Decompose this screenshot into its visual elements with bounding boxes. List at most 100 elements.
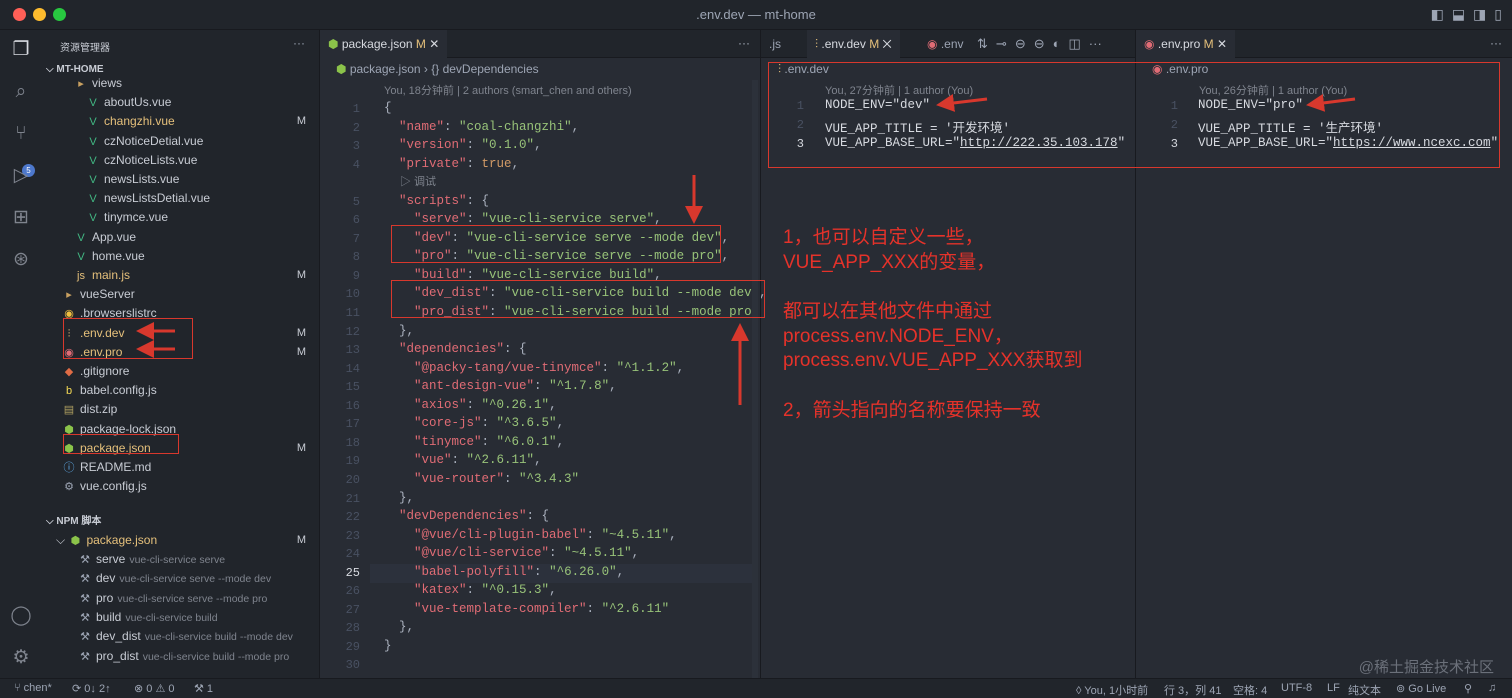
code-line[interactable]: },: [384, 620, 414, 634]
editor2-more-button[interactable]: ···: [1089, 36, 1102, 52]
explorer-icon[interactable]: ❐: [9, 38, 33, 62]
npm-package-json[interactable]: ⌵ ⬢ package.json M: [42, 531, 320, 550]
go-live-button[interactable]: ⊚ Go Live: [1396, 682, 1446, 695]
npm-script-item[interactable]: ⚒ serve vue-cli-service serve: [42, 550, 320, 569]
code-line[interactable]: {: [384, 101, 392, 115]
explorer-more-button[interactable]: ···: [293, 36, 305, 50]
breadcrumb-symbol[interactable]: {} devDependencies: [431, 62, 538, 76]
code-line[interactable]: "@packy-tang/vue-tinymce": "^1.1.2",: [384, 361, 684, 375]
file-tree-item[interactable]: Vchangzhi.vue M: [42, 112, 320, 131]
code-line[interactable]: "ant-design-vue": "^1.7.8",: [384, 379, 617, 393]
compare-changes-icon[interactable]: ⇅: [977, 36, 988, 52]
debug-codelens[interactable]: ▷ 调试: [400, 173, 436, 189]
code-line[interactable]: "version": "0.1.0",: [384, 138, 542, 152]
code-line[interactable]: "scripts": {: [384, 194, 489, 208]
git-commit-icon[interactable]: ⊸: [996, 36, 1007, 52]
file-tree-item[interactable]: js main.js M: [42, 266, 320, 285]
code-line[interactable]: "vue-router": "^3.4.3": [384, 472, 579, 486]
toggle-secondary-sidebar-icon[interactable]: ◨: [1473, 6, 1486, 23]
code-line[interactable]: "dependencies": {: [384, 342, 527, 356]
editor1-more-button[interactable]: ···: [738, 36, 750, 50]
code-line[interactable]: "@vue/cli-service": "~4.5.11",: [384, 546, 639, 560]
file-name: changzhi.vue: [104, 114, 175, 129]
language-mode[interactable]: 纯文本: [1348, 682, 1381, 698]
tab-package-json[interactable]: ⬢ package.json M ✕: [320, 30, 448, 58]
npm-script-item[interactable]: ⚒ dev vue-cli-service serve --mode dev: [42, 569, 320, 588]
source-control-icon[interactable]: ⑂: [9, 122, 33, 146]
file-tree-item[interactable]: Vhome.vue: [42, 247, 320, 266]
file-tree-item[interactable]: ▸ views: [42, 74, 320, 93]
feedback-icon[interactable]: ⚲: [1464, 682, 1472, 695]
npm-script-item[interactable]: ⚒ build vue-cli-service build: [42, 608, 320, 627]
git-graph-icon[interactable]: ⊛: [9, 248, 33, 272]
tab-env-dev[interactable]: ⫶ .env.dev M ✕: [807, 30, 900, 58]
code-line[interactable]: "core-js": "^3.6.5",: [384, 416, 564, 430]
npm-script-item[interactable]: ⚒ pro_dist vue-cli-service build --mode pr…: [42, 647, 320, 666]
ports-indicator[interactable]: ⚒ 1: [194, 682, 213, 695]
next-change-icon[interactable]: ⊖: [1034, 36, 1045, 52]
code-line[interactable]: "name": "coal-changzhi",: [384, 120, 579, 134]
file-tree-item[interactable]: ◆ .gitignore: [42, 362, 320, 381]
file-tree-item[interactable]: VnewsListsDetial.vue: [42, 189, 320, 208]
line-number: 17: [345, 417, 360, 432]
code-line[interactable]: "babel-polyfill": "^6.26.0",: [384, 565, 624, 579]
code-line[interactable]: "private": true,: [384, 157, 519, 171]
code-line[interactable]: "devDependencies": {: [384, 509, 549, 523]
code-line[interactable]: "katex": "^0.15.3",: [384, 583, 557, 597]
close-tab-icon[interactable]: ✕: [429, 37, 439, 51]
file-tree-item[interactable]: ⓘ README.md: [42, 458, 320, 477]
account-icon[interactable]: ◯: [9, 604, 33, 628]
sync-indicator[interactable]: ⟳ 0↓ 2↑: [72, 682, 111, 695]
settings-gear-icon[interactable]: ⚙: [9, 646, 33, 670]
file-tree-item[interactable]: V App.vue: [42, 228, 320, 247]
file-tree-item[interactable]: Vtinymce.vue: [42, 208, 320, 227]
run-debug-icon[interactable]: ▷: [9, 164, 33, 188]
npm-script-item[interactable]: ⚒ dev_dist vue-cli-service build --mode de…: [42, 627, 320, 646]
npm-script-item[interactable]: ⚒ pro vue-cli-service serve --mode pro: [42, 589, 320, 608]
toggle-sidebar-icon[interactable]: ◧: [1431, 6, 1444, 23]
code-line[interactable]: "vue-template-compiler": "^2.6.11": [384, 602, 669, 616]
branch-indicator[interactable]: ⑂ chen*: [14, 682, 52, 694]
code-line[interactable]: },: [384, 491, 414, 505]
search-icon[interactable]: ⌕: [9, 80, 33, 104]
file-tree-item[interactable]: VczNoticeLists.vue: [42, 151, 320, 170]
file-tree-item[interactable]: VczNoticeDetial.vue: [42, 132, 320, 151]
close-tab-icon[interactable]: ✕: [1217, 37, 1227, 51]
extensions-icon[interactable]: ⊞: [9, 206, 33, 230]
breadcrumb-file[interactable]: package.json: [350, 62, 421, 76]
code-line[interactable]: "tinymce": "^6.0.1",: [384, 435, 564, 449]
file-tree-item[interactable]: ▤ dist.zip: [42, 400, 320, 419]
file-tree-item[interactable]: VnewsLists.vue: [42, 170, 320, 189]
split-editor-icon[interactable]: ◫: [1068, 36, 1080, 52]
toggle-panel-icon[interactable]: ⬓: [1452, 6, 1465, 23]
customize-layout-icon[interactable]: ▯: [1494, 6, 1502, 23]
file-tree-item[interactable]: VaboutUs.vue: [42, 93, 320, 112]
blame-status[interactable]: ◊ You, 1小时前: [1076, 682, 1148, 698]
code-line[interactable]: },: [384, 324, 414, 338]
file-tree-item[interactable]: b babel.config.js: [42, 381, 320, 400]
close-tab-icon[interactable]: ✕: [883, 37, 892, 51]
notifications-bell-icon[interactable]: ♫: [1488, 682, 1496, 694]
tab-js[interactable]: .js: [761, 30, 789, 58]
code-line[interactable]: "axios": "^0.26.1",: [384, 398, 557, 412]
editor3-more-button[interactable]: ···: [1490, 36, 1502, 50]
file-tree-item[interactable]: ⚙ vue.config.js: [42, 477, 320, 496]
tab-env-pro[interactable]: ◉ .env.pro M ✕: [1136, 30, 1236, 58]
code-line[interactable]: "vue": "^2.6.11",: [384, 453, 542, 467]
encoding[interactable]: UTF-8: [1281, 682, 1312, 694]
file-tree-item[interactable]: ▸ vueServer: [42, 285, 320, 304]
line-number: 24: [345, 547, 360, 562]
cursor-position[interactable]: 行 3，列 41: [1164, 682, 1221, 698]
blame-text: You, 1小时前: [1084, 685, 1149, 697]
npm-scripts-header[interactable]: ⌵ NPM 脚本: [42, 512, 320, 531]
git-blame-icon[interactable]: ◐: [1053, 36, 1061, 52]
annotation-text: VUE_APP_XXX的变量，: [783, 251, 996, 273]
problems-indicator[interactable]: ⊗ 0 ⚠ 0: [134, 682, 174, 695]
previous-change-icon[interactable]: ⊖: [1015, 36, 1026, 52]
code-line[interactable]: "@vue/cli-plugin-babel": "~4.5.11",: [384, 528, 677, 542]
indentation[interactable]: 空格: 4: [1233, 682, 1267, 698]
tab-env[interactable]: ◉ .env: [919, 30, 972, 58]
end-of-line[interactable]: LF: [1327, 682, 1340, 694]
code-line[interactable]: }: [384, 639, 392, 653]
editor1-scrollbar[interactable]: [752, 80, 758, 678]
